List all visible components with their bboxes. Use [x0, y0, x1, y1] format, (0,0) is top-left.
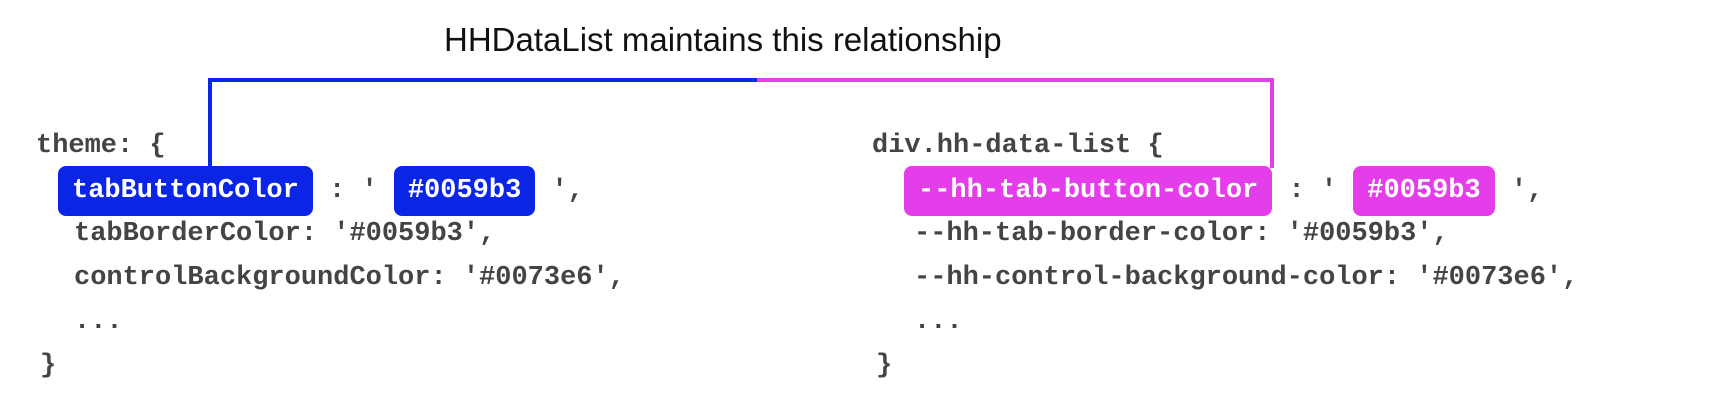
- theme-highlight-line: tabButtonColor : ' #0059b3 ',: [58, 166, 584, 216]
- theme-open-line: theme: {: [36, 131, 166, 161]
- theme-close-line: }: [40, 351, 57, 381]
- css-variables-code: div.hh-data-list { --hh-tab-button-color…: [872, 0, 1578, 381]
- css-highlight-line: --hh-tab-button-color : ' #0059b3 ',: [904, 166, 1543, 216]
- css-line-end: ',: [1494, 176, 1544, 206]
- theme-separator: : ': [312, 176, 394, 206]
- css-separator: : ': [1272, 176, 1354, 206]
- tab-border-color-line: tabBorderColor: '#0059b3',: [74, 219, 496, 249]
- hh-tab-button-color-value-highlight: #0059b3: [1353, 166, 1495, 216]
- theme-ellipsis-line: ...: [74, 307, 123, 337]
- css-open-line: div.hh-data-list {: [872, 131, 1164, 161]
- hh-control-background-color-line: --hh-control-background-color: '#0073e6'…: [914, 263, 1579, 293]
- hh-tab-border-color-line: --hh-tab-border-color: '#0059b3',: [914, 219, 1449, 249]
- theme-line-end: ',: [535, 176, 584, 206]
- tab-button-color-key-highlight: tabButtonColor: [58, 166, 313, 216]
- control-background-color-line: controlBackgroundColor: '#0073e6',: [74, 263, 625, 293]
- hh-tab-button-color-key-highlight: --hh-tab-button-color: [904, 166, 1273, 216]
- tab-button-color-value-highlight: #0059b3: [393, 166, 536, 216]
- css-ellipsis-line: ...: [914, 307, 963, 337]
- blue-connector-line: [208, 78, 757, 168]
- theme-object-code: theme: { tabButtonColor : ' #0059b3 ', t…: [36, 0, 625, 381]
- css-close-line: }: [876, 351, 893, 381]
